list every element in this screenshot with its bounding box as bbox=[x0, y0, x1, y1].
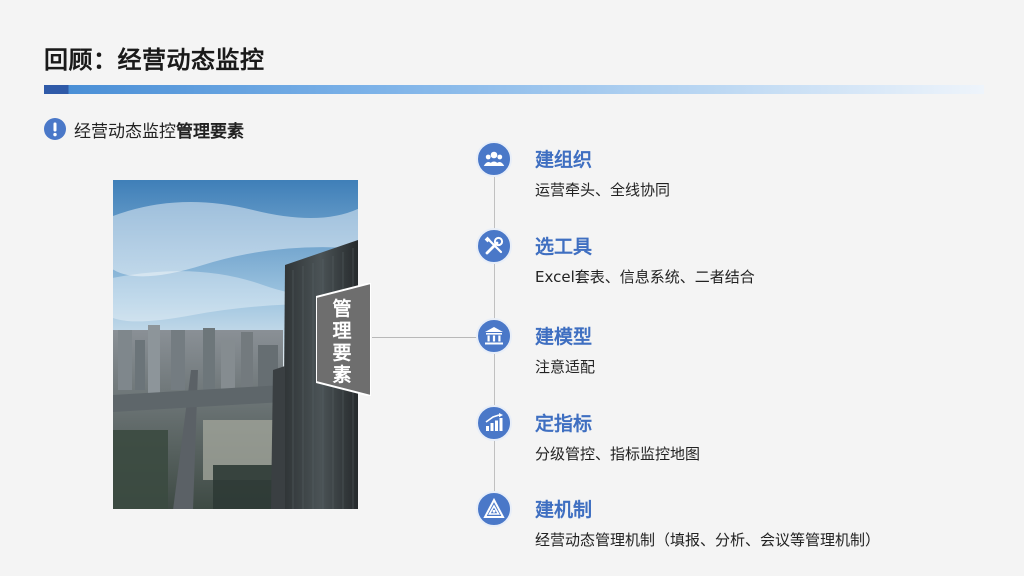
item-title: 定指标 bbox=[535, 413, 593, 435]
exclamation-icon bbox=[44, 118, 66, 140]
item-title: 建模型 bbox=[535, 326, 593, 348]
institution-icon bbox=[476, 318, 512, 354]
element-item-indicators: 定指标 分级管控、指标监控地图 bbox=[476, 405, 996, 465]
side-tag-char: 管 bbox=[332, 298, 352, 320]
subtitle-prefix: 经营动态监控 bbox=[74, 121, 176, 142]
side-tag-char: 要 bbox=[332, 342, 352, 364]
item-desc: 运营牵头、全线协同 bbox=[535, 181, 671, 199]
item-desc: Excel套表、信息系统、二者结合 bbox=[535, 268, 755, 286]
title-underline-bar bbox=[44, 85, 984, 94]
item-title: 建机制 bbox=[535, 499, 593, 521]
side-tag-char: 理 bbox=[332, 320, 352, 342]
item-desc: 分级管控、指标监控地图 bbox=[535, 445, 701, 463]
triangle-logo-icon bbox=[476, 491, 512, 527]
item-title: 建组织 bbox=[535, 149, 593, 171]
element-item-organization: 建组织 运营牵头、全线协同 bbox=[476, 141, 996, 201]
page-title: 回顾：经营动态监控 bbox=[44, 46, 265, 74]
element-item-model: 建模型 注意适配 bbox=[476, 318, 996, 378]
subtitle-emphasis: 管理要素 bbox=[176, 121, 244, 142]
team-icon bbox=[476, 141, 512, 177]
subtitle: 经营动态监控 管理要素 bbox=[44, 117, 244, 142]
element-item-tools: 选工具 Excel套表、信息系统、二者结合 bbox=[476, 228, 996, 288]
growth-chart-icon bbox=[476, 405, 512, 441]
side-tag-label: 管 理 要 素 bbox=[316, 298, 368, 386]
item-desc: 经营动态管理机制（填报、分析、会议等管理机制） bbox=[535, 531, 881, 549]
side-tag-char: 素 bbox=[332, 364, 352, 386]
item-desc: 注意适配 bbox=[535, 358, 596, 376]
element-item-mechanism: 建机制 经营动态管理机制（填报、分析、会议等管理机制） bbox=[476, 491, 996, 551]
tools-icon bbox=[476, 228, 512, 264]
item-title: 选工具 bbox=[535, 236, 593, 258]
